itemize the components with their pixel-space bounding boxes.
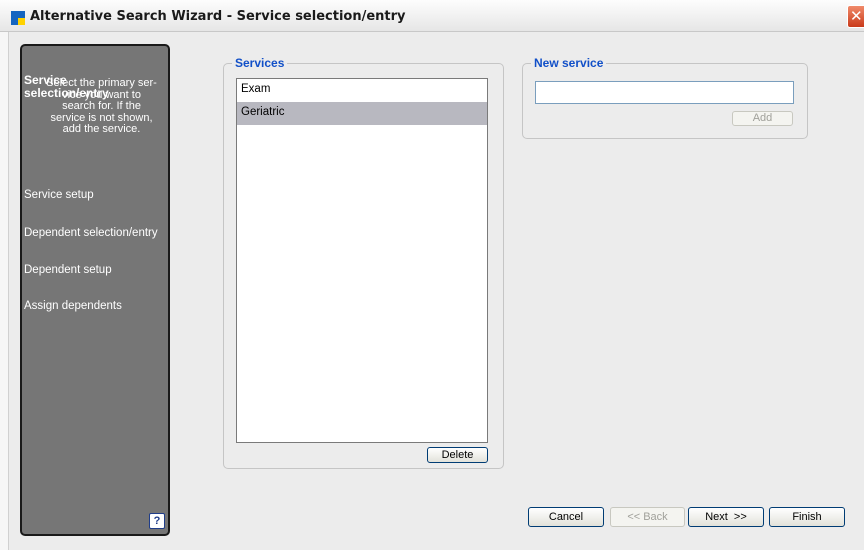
window-title: Alternative Search Wizard - Service sele… bbox=[30, 9, 406, 24]
wizard-steps-sidebar: Service selection/entry Select the prima… bbox=[20, 44, 170, 536]
step-dependent-selection: Dependent selection/entry bbox=[24, 227, 158, 239]
new-service-input[interactable] bbox=[535, 81, 794, 104]
services-listbox[interactable]: Exam Geriatric bbox=[236, 78, 488, 443]
help-icon[interactable]: ? bbox=[149, 513, 165, 529]
list-item-selected[interactable]: Geriatric bbox=[237, 102, 487, 125]
window-left-border bbox=[0, 32, 9, 550]
step-dependent-setup: Dependent setup bbox=[24, 264, 112, 276]
step-active-description: Select the primary ser- vice you want to… bbox=[46, 77, 157, 135]
add-button[interactable]: Add bbox=[732, 111, 793, 126]
services-group-label: Services bbox=[232, 56, 288, 70]
finish-button[interactable]: Finish bbox=[769, 507, 845, 527]
delete-button[interactable]: Delete bbox=[427, 447, 488, 463]
step-assign-dependents: Assign dependents bbox=[24, 300, 122, 312]
back-button[interactable]: << Back bbox=[610, 507, 685, 527]
close-button[interactable]: ✕ bbox=[847, 5, 864, 28]
app-icon bbox=[11, 11, 25, 25]
list-item[interactable]: Exam bbox=[237, 79, 487, 102]
title-bar: Alternative Search Wizard - Service sele… bbox=[0, 0, 864, 32]
cancel-button[interactable]: Cancel bbox=[528, 507, 604, 527]
next-button[interactable]: Next >> bbox=[688, 507, 764, 527]
step-service-setup: Service setup bbox=[24, 189, 94, 201]
new-service-group-label: New service bbox=[531, 56, 607, 70]
